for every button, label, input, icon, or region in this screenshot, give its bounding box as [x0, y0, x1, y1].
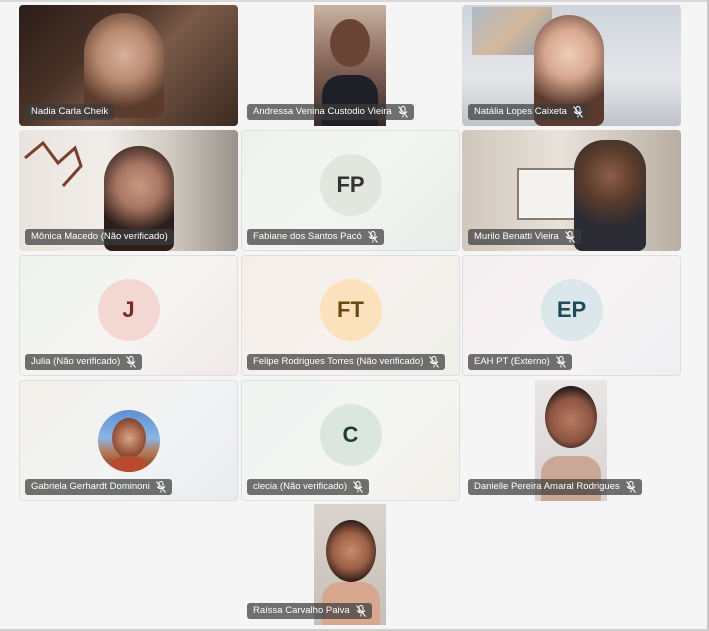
participant-tile-fabiane[interactable]: FP Fabiane dos Santos Pacó	[241, 130, 460, 251]
window-top-border	[0, 0, 709, 2]
participant-tile-danielle[interactable]: Danielle Pereira Amaral Rodrigues	[462, 380, 681, 501]
avatar-initials: EP	[540, 278, 603, 341]
participant-name: Raíssa Carvalho Paiva	[253, 605, 350, 616]
participant-tile-clecia[interactable]: C clecia (Não verificado)	[241, 380, 460, 501]
participant-name: EAH PT (Externo)	[474, 356, 550, 367]
mic-off-icon	[353, 481, 363, 493]
name-label: Gabriela Gerhardt Dominoni	[25, 479, 172, 495]
window-background	[517, 168, 581, 220]
participant-tile-felipe[interactable]: FT Felipe Rodrigues Torres (Não verifica…	[241, 255, 460, 376]
participant-tile-julia[interactable]: J Julia (Não verificado)	[19, 255, 238, 376]
participant-tile-nadia[interactable]: Nadia Carla Cheik	[19, 5, 238, 126]
participant-name: clecia (Não verificado)	[253, 481, 347, 492]
mic-off-icon	[555, 356, 566, 368]
name-label: Raíssa Carvalho Paiva	[247, 603, 372, 619]
participant-name: Fabiane dos Santos Pacó	[253, 231, 362, 242]
name-label: Murilo Benatti Vieira	[468, 229, 581, 245]
avatar-photo	[98, 410, 160, 472]
mic-off-icon	[367, 231, 378, 243]
mic-off-icon	[429, 356, 440, 368]
mic-off-icon	[625, 481, 636, 493]
mic-off-icon	[564, 231, 575, 243]
mic-off-icon	[155, 481, 166, 493]
participant-tile-monica[interactable]: Mônica Macedo (Não verificado)	[19, 130, 238, 251]
participant-silhouette	[84, 13, 164, 118]
participant-tile-raissa[interactable]: Raíssa Carvalho Paiva	[241, 504, 460, 625]
participant-name: Andressa Venina Custodio Vieira	[253, 106, 392, 117]
participant-name: Murilo Benatti Vieira	[474, 231, 559, 242]
participant-name: Natália Lopes Caixeta	[474, 106, 567, 117]
mic-off-icon	[355, 605, 366, 617]
mic-off-icon	[126, 356, 137, 368]
avatar-initials: C	[319, 403, 382, 466]
avatar-initials: FT	[319, 278, 382, 341]
avatar-initials: J	[97, 278, 160, 341]
participant-name: Julia (Não verificado)	[31, 356, 121, 367]
wall-decoration	[24, 140, 83, 188]
name-label: Fabiane dos Santos Pacó	[247, 229, 384, 245]
name-label: Felipe Rodrigues Torres (Não verificado)	[247, 354, 446, 370]
name-label: Andressa Venina Custodio Vieira	[247, 104, 414, 120]
avatar-initials-text: FP	[336, 171, 365, 197]
name-label: Mônica Macedo (Não verificado)	[25, 229, 174, 245]
participant-name: Danielle Pereira Amaral Rodrigues	[474, 481, 620, 492]
mic-off-icon	[397, 106, 408, 118]
avatar-initials: FP	[319, 153, 382, 216]
participant-tile-natalia[interactable]: Natália Lopes Caixeta	[462, 5, 681, 126]
participant-name: Mônica Macedo (Não verificado)	[31, 231, 168, 242]
participant-name: Nadia Carla Cheik	[31, 106, 109, 117]
avatar-initials-text: FT	[337, 296, 364, 322]
avatar-initials-text: J	[122, 296, 135, 322]
avatar-initials-text: C	[342, 421, 359, 447]
participant-tile-murilo[interactable]: Murilo Benatti Vieira	[462, 130, 681, 251]
avatar-initials-text: EP	[556, 296, 587, 322]
name-label: clecia (Não verificado)	[247, 479, 369, 495]
name-label: Julia (Não verificado)	[25, 354, 143, 370]
participant-tile-gabriela[interactable]: Gabriela Gerhardt Dominoni	[19, 380, 238, 501]
mic-off-icon	[573, 106, 583, 118]
participant-tile-andressa[interactable]: Andressa Venina Custodio Vieira	[241, 5, 460, 126]
participant-name: Felipe Rodrigues Torres (Não verificado)	[253, 356, 424, 367]
participant-name: Gabriela Gerhardt Dominoni	[31, 481, 150, 492]
name-label: Natália Lopes Caixeta	[468, 104, 589, 120]
name-label: EAH PT (Externo)	[468, 354, 572, 370]
name-label: Nadia Carla Cheik	[25, 104, 115, 120]
participant-tile-eah[interactable]: EP EAH PT (Externo)	[462, 255, 681, 376]
participant-silhouette	[574, 140, 646, 251]
name-label: Danielle Pereira Amaral Rodrigues	[468, 479, 642, 495]
